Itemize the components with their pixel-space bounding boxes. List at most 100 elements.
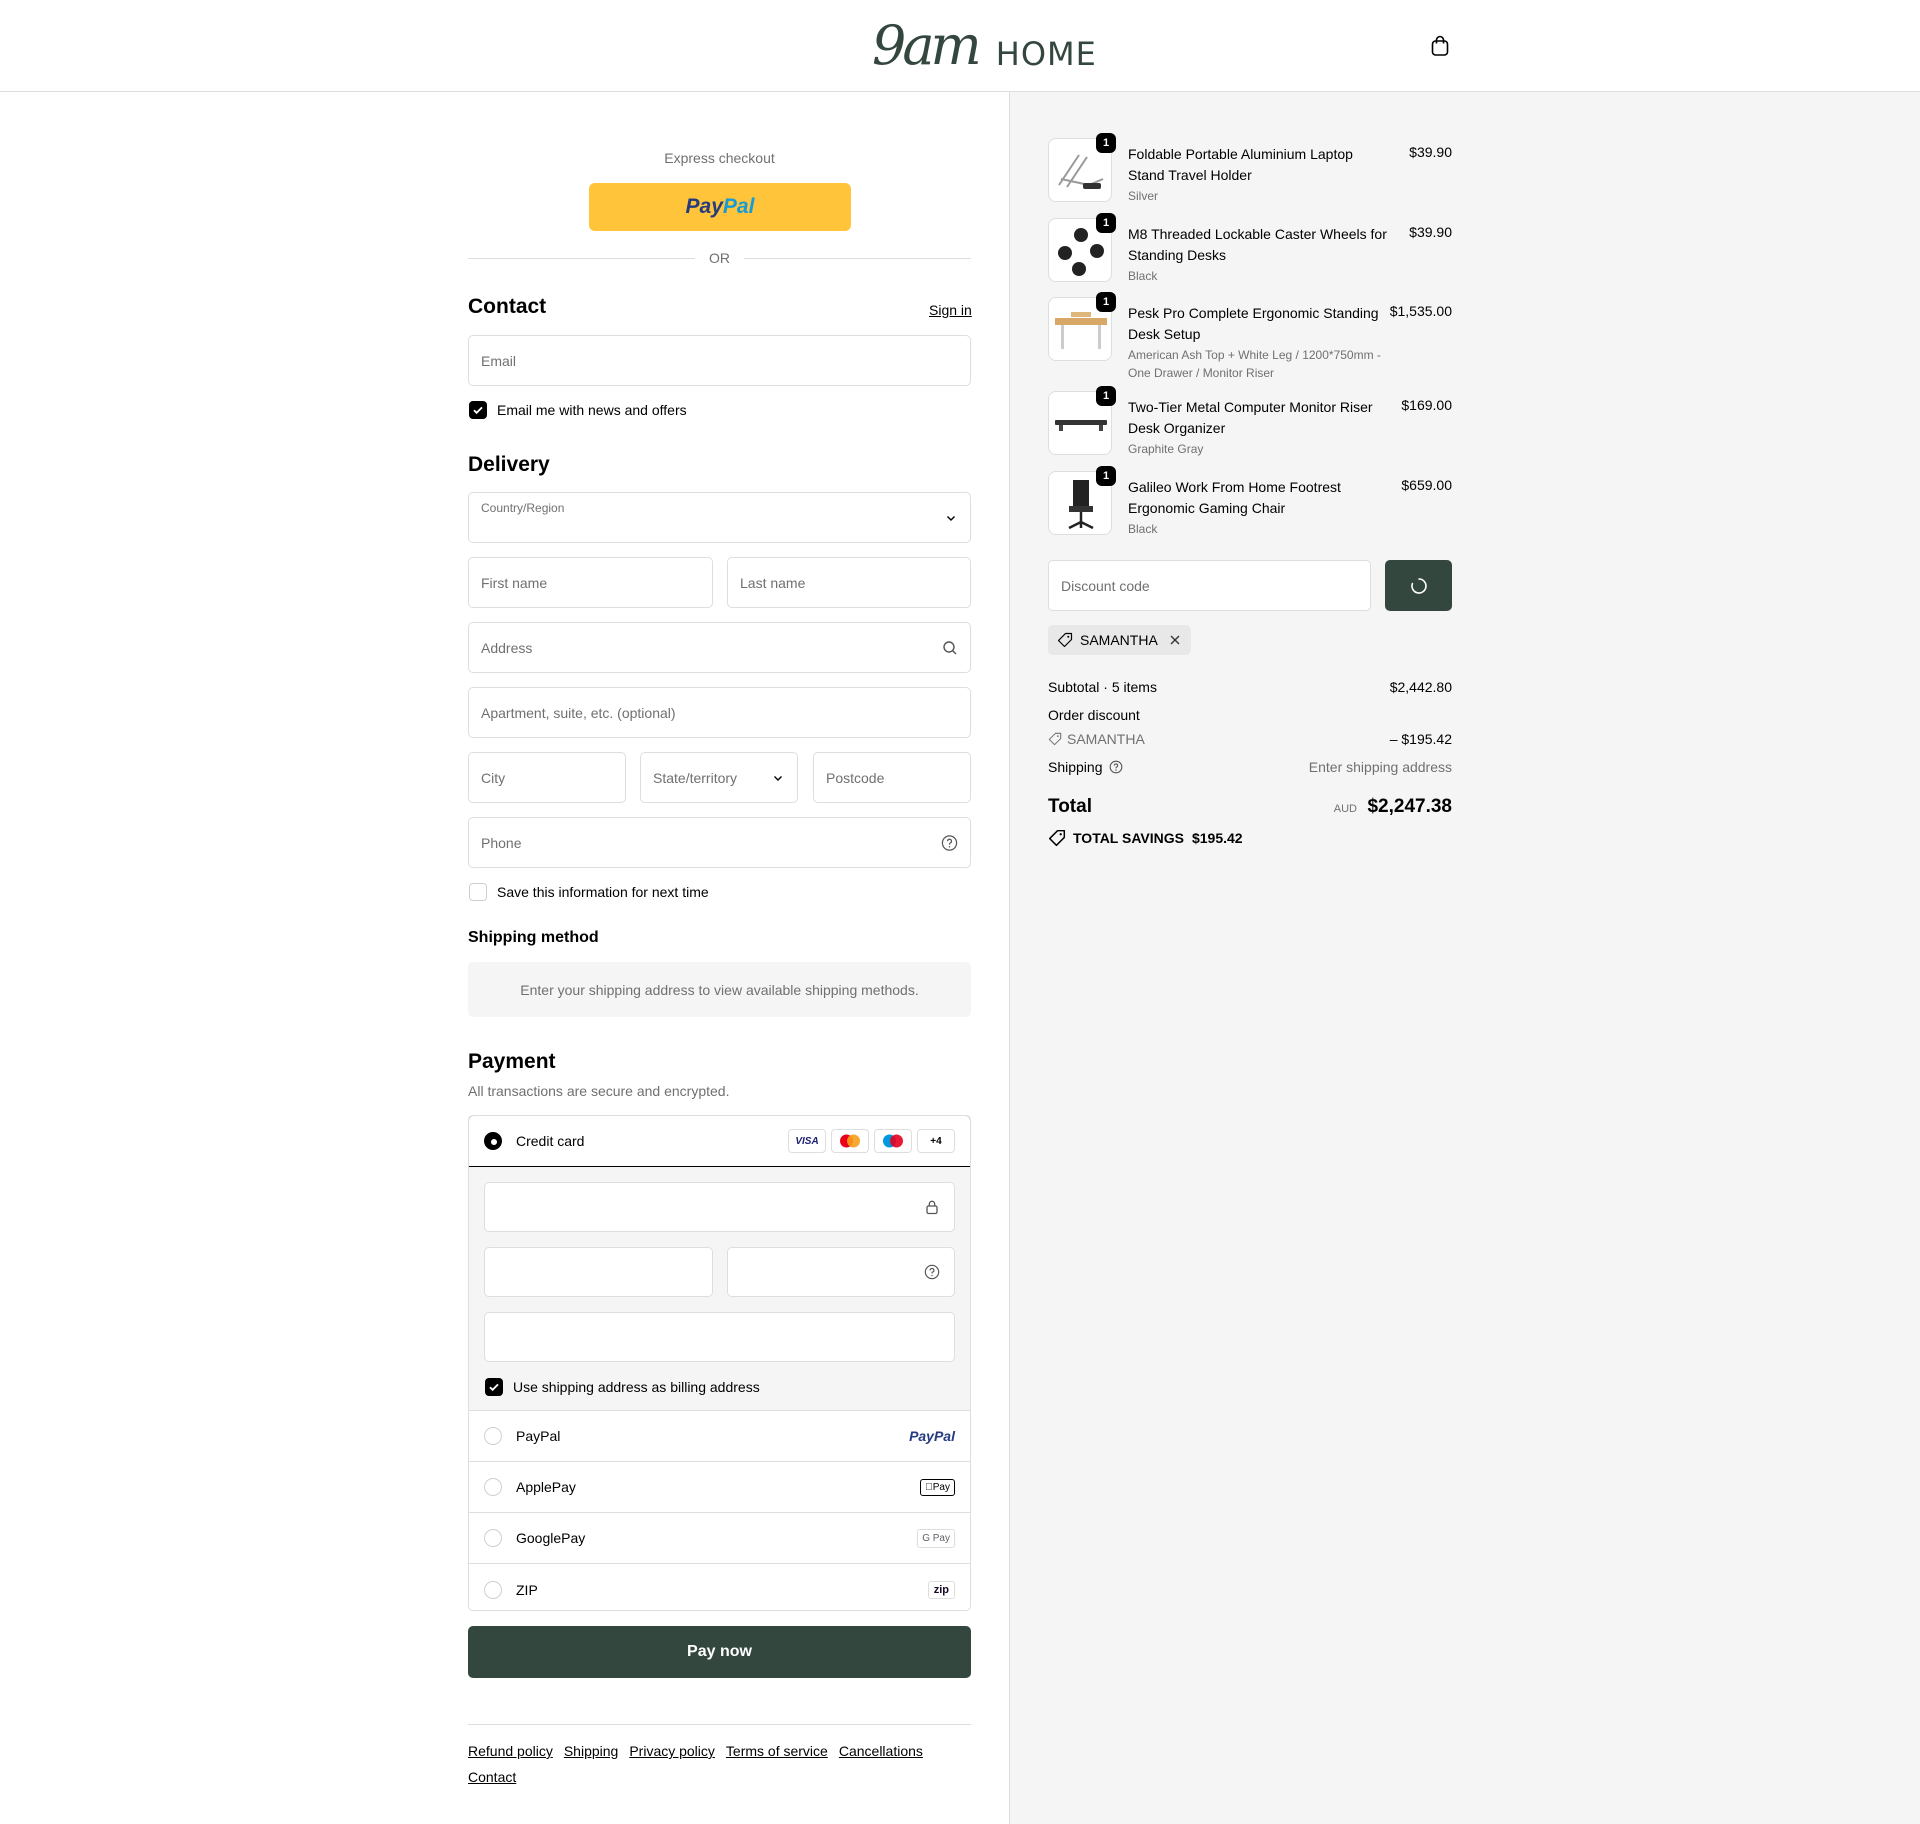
city-input[interactable] <box>481 769 613 786</box>
apartment-input[interactable] <box>481 704 958 721</box>
save-info-checkbox-row[interactable]: Save this information for next time <box>469 883 709 901</box>
billing-same-row[interactable]: Use shipping address as billing address <box>485 1378 760 1396</box>
paypal-option[interactable]: PayPal PayPal <box>469 1411 970 1462</box>
product-thumbnail: 1 <box>1048 213 1116 282</box>
paypal-label: PayPal <box>516 1428 561 1444</box>
shipping-label: Shipping <box>1048 759 1103 775</box>
help-circle-icon[interactable] <box>941 834 958 851</box>
tag-icon <box>1057 632 1073 648</box>
applepay-logo: Pay <box>920 1478 955 1496</box>
chevron-down-icon <box>947 515 955 521</box>
newsletter-label: Email me with news and offers <box>497 402 687 418</box>
postcode-input[interactable] <box>826 769 958 786</box>
paypal-express-button[interactable]: PayPal <box>589 183 851 231</box>
checkmark-icon <box>473 406 483 415</box>
first-name-field[interactable] <box>468 557 713 608</box>
help-circle-icon[interactable] <box>924 1264 940 1280</box>
contact-heading: Contact <box>468 295 547 318</box>
quantity-badge: 1 <box>1096 466 1116 486</box>
phone-field[interactable] <box>468 817 971 868</box>
paypal-radio[interactable] <box>484 1427 502 1445</box>
card-number-field[interactable] <box>484 1182 955 1232</box>
email-input[interactable] <box>481 352 958 369</box>
quantity-badge: 1 <box>1096 133 1116 153</box>
googlepay-option[interactable]: GooglePay G Pay <box>469 1513 970 1564</box>
cart-item: 1 Pesk Pro Complete Ergonomic Standing D… <box>1048 292 1452 380</box>
refund-policy-link[interactable]: Refund policy <box>468 1743 553 1759</box>
close-icon[interactable] <box>1168 633 1182 647</box>
newsletter-checkbox[interactable] <box>469 401 487 419</box>
product-thumbnail: 1 <box>1048 292 1116 361</box>
site-header: 9am HOME <box>0 0 1920 92</box>
country-select[interactable]: Country/Region <box>468 492 971 543</box>
zip-radio[interactable] <box>484 1580 502 1599</box>
item-name: Pesk Pro Complete Ergonomic Standing Des… <box>1128 305 1379 342</box>
paypal-logo: PayPal <box>685 195 755 218</box>
discount-code-field[interactable] <box>1048 560 1371 611</box>
shipping-link[interactable]: Shipping <box>564 1743 619 1759</box>
store-logo[interactable]: 9am HOME <box>872 14 1097 77</box>
or-divider: OR <box>468 248 971 268</box>
checkmark-icon <box>489 1383 499 1392</box>
chevron-down-icon <box>774 775 782 781</box>
logo-script: 9am <box>872 14 982 77</box>
phone-input[interactable] <box>481 834 958 851</box>
last-name-field[interactable] <box>727 557 971 608</box>
first-name-input[interactable] <box>481 574 700 591</box>
credit-card-label: Credit card <box>516 1133 585 1149</box>
item-variant: Graphite Gray <box>1128 442 1204 456</box>
email-field[interactable] <box>468 335 971 386</box>
express-checkout-title: Express checkout <box>664 150 775 166</box>
pay-now-button[interactable]: Pay now <box>468 1626 971 1678</box>
footer-divider <box>468 1724 971 1725</box>
item-name: M8 Threaded Lockable Caster Wheels for S… <box>1128 226 1387 263</box>
last-name-input[interactable] <box>740 574 958 591</box>
item-name: Foldable Portable Aluminium Laptop Stand… <box>1128 146 1353 183</box>
privacy-policy-link[interactable]: Privacy policy <box>629 1743 715 1759</box>
save-info-checkbox[interactable] <box>469 883 487 901</box>
cart-item: 1 Galileo Work From Home Footrest Ergono… <box>1048 466 1452 541</box>
terms-link[interactable]: Terms of service <box>726 1743 828 1759</box>
item-variant: American Ash Top + White Leg / 1200*750m… <box>1128 348 1381 380</box>
zip-option[interactable]: ZIP zip <box>469 1564 970 1610</box>
more-cards-badge[interactable]: +4 <box>917 1129 955 1153</box>
security-code-field[interactable] <box>727 1247 955 1297</box>
apply-discount-button[interactable] <box>1385 560 1452 611</box>
loading-spinner-icon <box>1410 577 1427 594</box>
zip-logo: zip <box>927 1580 955 1599</box>
country-label: Country/Region <box>481 501 565 515</box>
newsletter-checkbox-row[interactable]: Email me with news and offers <box>469 401 687 419</box>
help-circle-icon[interactable] <box>1109 760 1123 774</box>
quantity-badge: 1 <box>1096 213 1116 233</box>
contact-link[interactable]: Contact <box>468 1769 516 1785</box>
name-on-card-field[interactable] <box>484 1312 955 1362</box>
city-field[interactable] <box>468 752 626 803</box>
shopping-bag-icon[interactable] <box>1428 34 1452 58</box>
applepay-option[interactable]: ApplePay Pay <box>469 1462 970 1513</box>
payment-methods: Credit card VISA +4 Use shipping address… <box>468 1115 971 1611</box>
subtotal-value: $2,442.80 <box>1389 679 1452 695</box>
billing-same-checkbox[interactable] <box>485 1378 503 1396</box>
shipping-row: Shipping Enter shipping address <box>1048 759 1452 775</box>
googlepay-label: GooglePay <box>516 1530 586 1546</box>
applepay-radio[interactable] <box>484 1478 502 1496</box>
sign-in-link[interactable]: Sign in <box>929 302 972 318</box>
expiry-field[interactable] <box>484 1247 713 1297</box>
apartment-field[interactable] <box>468 687 971 738</box>
cancellations-link[interactable]: Cancellations <box>839 1743 923 1759</box>
tag-icon <box>1048 732 1062 746</box>
credit-card-radio[interactable] <box>484 1132 502 1150</box>
credit-card-option[interactable]: Credit card VISA +4 <box>469 1116 970 1167</box>
billing-same-label: Use shipping address as billing address <box>513 1379 760 1395</box>
discount-code-input[interactable] <box>1061 577 1358 594</box>
postcode-field[interactable] <box>813 752 971 803</box>
paypal-logo: PayPal <box>909 1428 955 1444</box>
item-price: $39.90 <box>1409 224 1452 240</box>
search-icon <box>943 640 957 654</box>
address-field[interactable] <box>468 622 971 673</box>
googlepay-radio[interactable] <box>484 1529 502 1547</box>
applied-discount-chip: SAMANTHA <box>1048 625 1191 655</box>
state-select[interactable]: State/territory <box>640 752 798 803</box>
address-input[interactable] <box>481 639 958 656</box>
payment-subtitle: All transactions are secure and encrypte… <box>468 1083 730 1099</box>
